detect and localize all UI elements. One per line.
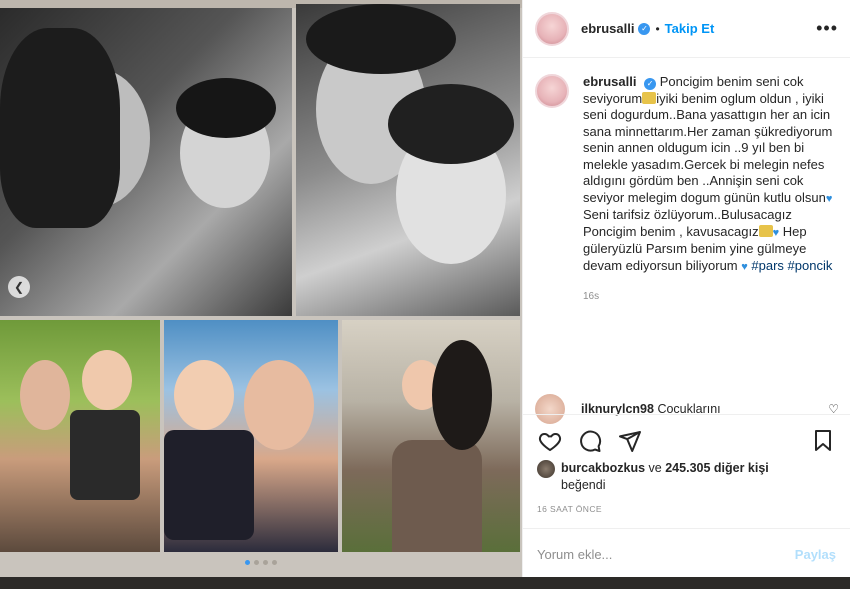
child-vest: [164, 430, 254, 540]
comment-button[interactable]: [577, 428, 603, 454]
house-emoji-icon: [758, 224, 773, 237]
face-child: [174, 360, 234, 430]
caption-line: Seni tarifsiz: [583, 207, 651, 222]
photo-playground: [342, 320, 520, 552]
caption-line: seviyorum: [583, 90, 643, 106]
post-header: ebrusalli ✓ • Takip Et •••: [523, 0, 850, 58]
caption-time: 16s: [583, 291, 600, 302]
face-mother: [244, 360, 314, 450]
paper-plane-icon: [619, 430, 641, 452]
post-date: 16 SAAT ÖNCE: [537, 504, 602, 514]
add-comment-bar: Paylaş: [523, 528, 850, 580]
chevron-left-icon: ❮: [13, 280, 25, 294]
more-options-button[interactable]: •••: [816, 18, 838, 39]
caption-text: ebrusalli ✓ Poncigim benim seni cok sevi…: [583, 74, 833, 275]
follow-button[interactable]: Takip Et: [665, 21, 715, 36]
bookmark-icon: [815, 429, 831, 451]
screenshot-stage: ❮ ebrusalli ✓ • Takip Et ••• ebrusalli ✓: [0, 0, 850, 589]
verified-badge-icon: ✓: [644, 78, 657, 91]
caption-line: benim , kavusacagız: [640, 223, 759, 239]
photo-mother-and-child-bw-1: [0, 8, 292, 316]
like-button[interactable]: [537, 428, 563, 454]
background-strip: [0, 577, 850, 589]
likes-connector: ve: [648, 461, 662, 475]
caption-avatar[interactable]: [535, 74, 569, 108]
carousel-dot: [263, 560, 268, 565]
photo-garden-1: [0, 320, 160, 552]
caption-username[interactable]: ebrusalli: [583, 74, 636, 89]
caption-line: yasadım.Gercek bi melegin nefes: [631, 156, 825, 172]
post-side-panel: ebrusalli ✓ • Takip Et ••• ebrusalli ✓ P…: [522, 0, 850, 580]
photo-mother-and-child-bw-2: [296, 4, 520, 316]
verified-badge-icon: ✓: [638, 22, 651, 35]
separator-dot: •: [655, 21, 660, 36]
comment-input[interactable]: [537, 547, 777, 562]
carousel-dot: [272, 560, 277, 565]
avatar[interactable]: [537, 460, 555, 478]
speech-bubble-icon: [580, 430, 602, 452]
save-button[interactable]: [810, 428, 836, 454]
carousel-dots: [0, 560, 522, 565]
caption-row: ebrusalli ✓ Poncigim benim seni cok sevi…: [535, 74, 838, 275]
hair-mother: [432, 340, 492, 450]
carousel-prev-button[interactable]: ❮: [8, 276, 30, 298]
photo-garden-2: [164, 320, 338, 552]
avatar[interactable]: [535, 11, 569, 46]
post-actions: [523, 414, 850, 466]
hashtags[interactable]: #pars #poncik: [751, 258, 832, 273]
face-child: [82, 350, 132, 410]
face-mother: [20, 360, 70, 430]
blue-heart-emoji-icon: ♥: [825, 192, 833, 205]
caption-line: kutlu olsun: [763, 189, 826, 205]
caption-line: iyiki benim oglum oldun: [656, 90, 792, 106]
heart-outline-icon: [538, 432, 562, 451]
blue-heart-emoji-icon: ♥: [772, 226, 780, 239]
carousel-dot: [245, 560, 250, 565]
hair-child: [388, 84, 514, 164]
hair-child: [176, 78, 276, 138]
share-button[interactable]: [617, 428, 643, 454]
caption-line: Hep: [782, 223, 807, 239]
post-comment-button[interactable]: Paylaş: [795, 547, 836, 562]
hair-mother: [0, 28, 120, 228]
caption-line: aldıgını gördüm ben ..Annişin seni: [583, 173, 780, 188]
house-emoji-icon: [642, 91, 657, 104]
child-vest: [70, 410, 140, 500]
carousel-dot: [254, 560, 259, 565]
caption-area: ebrusalli ✓ Poncigim benim seni cok sevi…: [523, 58, 850, 414]
post-image-collage[interactable]: ❮: [0, 0, 522, 577]
caption-line: Poncigim benim seni cok: [659, 74, 804, 89]
hair-mother: [306, 4, 456, 74]
likes-others-count[interactable]: 245.305 diğer kişi: [665, 461, 769, 475]
liker-username[interactable]: burcakbozkus: [561, 461, 645, 475]
likes-summary: burcakbozkus ve 245.305 diğer kişi: [537, 460, 837, 478]
caption-line: güleryüzlü Parsım benim yine: [583, 241, 754, 256]
mother-dress: [392, 440, 482, 552]
post-username[interactable]: ebrusalli: [581, 21, 634, 36]
likes-suffix: beğendi: [561, 478, 606, 492]
blue-heart-emoji-icon: ♥: [741, 260, 748, 273]
